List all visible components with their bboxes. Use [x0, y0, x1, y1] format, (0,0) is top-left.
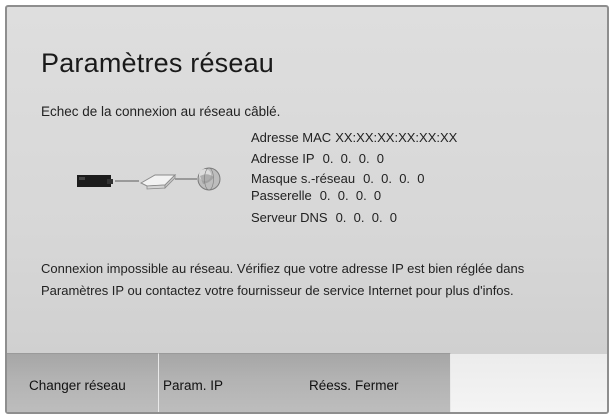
dns-server-value: 0. 0. 0. 0 [335, 210, 398, 225]
close-button[interactable] [451, 353, 607, 412]
help-description-line-2: Paramètres IP ou contactez votre fournis… [41, 283, 514, 298]
close-label: Fermer [355, 377, 399, 393]
gateway-row: Passerelle 0. 0. 0. 0 [251, 186, 457, 207]
gateway-value: 0. 0. 0. 0 [319, 187, 382, 203]
mac-address-row: Adresse MAC XX:XX:XX:XX:XX:XX [251, 128, 457, 149]
change-network-button[interactable]: Changer réseau [7, 353, 159, 412]
mac-address-value: XX:XX:XX:XX:XX:XX [335, 130, 458, 145]
change-network-label: Changer réseau [29, 377, 126, 393]
help-description-line-1: Connexion impossible au réseau. Vérifiez… [41, 261, 525, 276]
button-bar: Changer réseau Param. IP Réess. Fermer [7, 353, 607, 412]
dns-server-label: Serveur DNS [251, 210, 328, 225]
connection-diagram [67, 157, 227, 201]
router-icon [139, 174, 177, 190]
ip-settings-label: Param. IP [163, 377, 224, 393]
dialog-title: Paramètres réseau [41, 48, 275, 78]
gateway-label: Passerelle [251, 187, 312, 203]
help-description: Connexion impossible au réseau. Vérifiez… [41, 258, 601, 302]
mac-address-label: Adresse MAC [251, 130, 332, 145]
ip-address-label: Adresse IP [251, 150, 315, 166]
subnet-mask-label: Masque s.-réseau [251, 171, 356, 186]
retry-button[interactable]: Réess. Fermer [235, 353, 451, 412]
network-settings-dialog: Paramètres réseau Echec de la connexion … [5, 5, 609, 414]
retry-label: Réess. [309, 377, 352, 393]
dns-server-row: Serveur DNS 0. 0. 0. 0 [251, 208, 457, 229]
ip-address-value: 0. 0. 0. 0 [322, 150, 385, 166]
tv-icon [77, 175, 113, 187]
globe-icon [197, 167, 221, 191]
subnet-mask-value: 0. 0. 0. 0 [363, 171, 425, 186]
ip-address-row: Adresse IP 0. 0. 0. 0 [251, 149, 457, 170]
error-message: Echec de la connexion au réseau câblé. [41, 104, 281, 119]
network-info-panel: Adresse MAC XX:XX:XX:XX:XX:XX Adresse IP 0… [251, 128, 457, 229]
